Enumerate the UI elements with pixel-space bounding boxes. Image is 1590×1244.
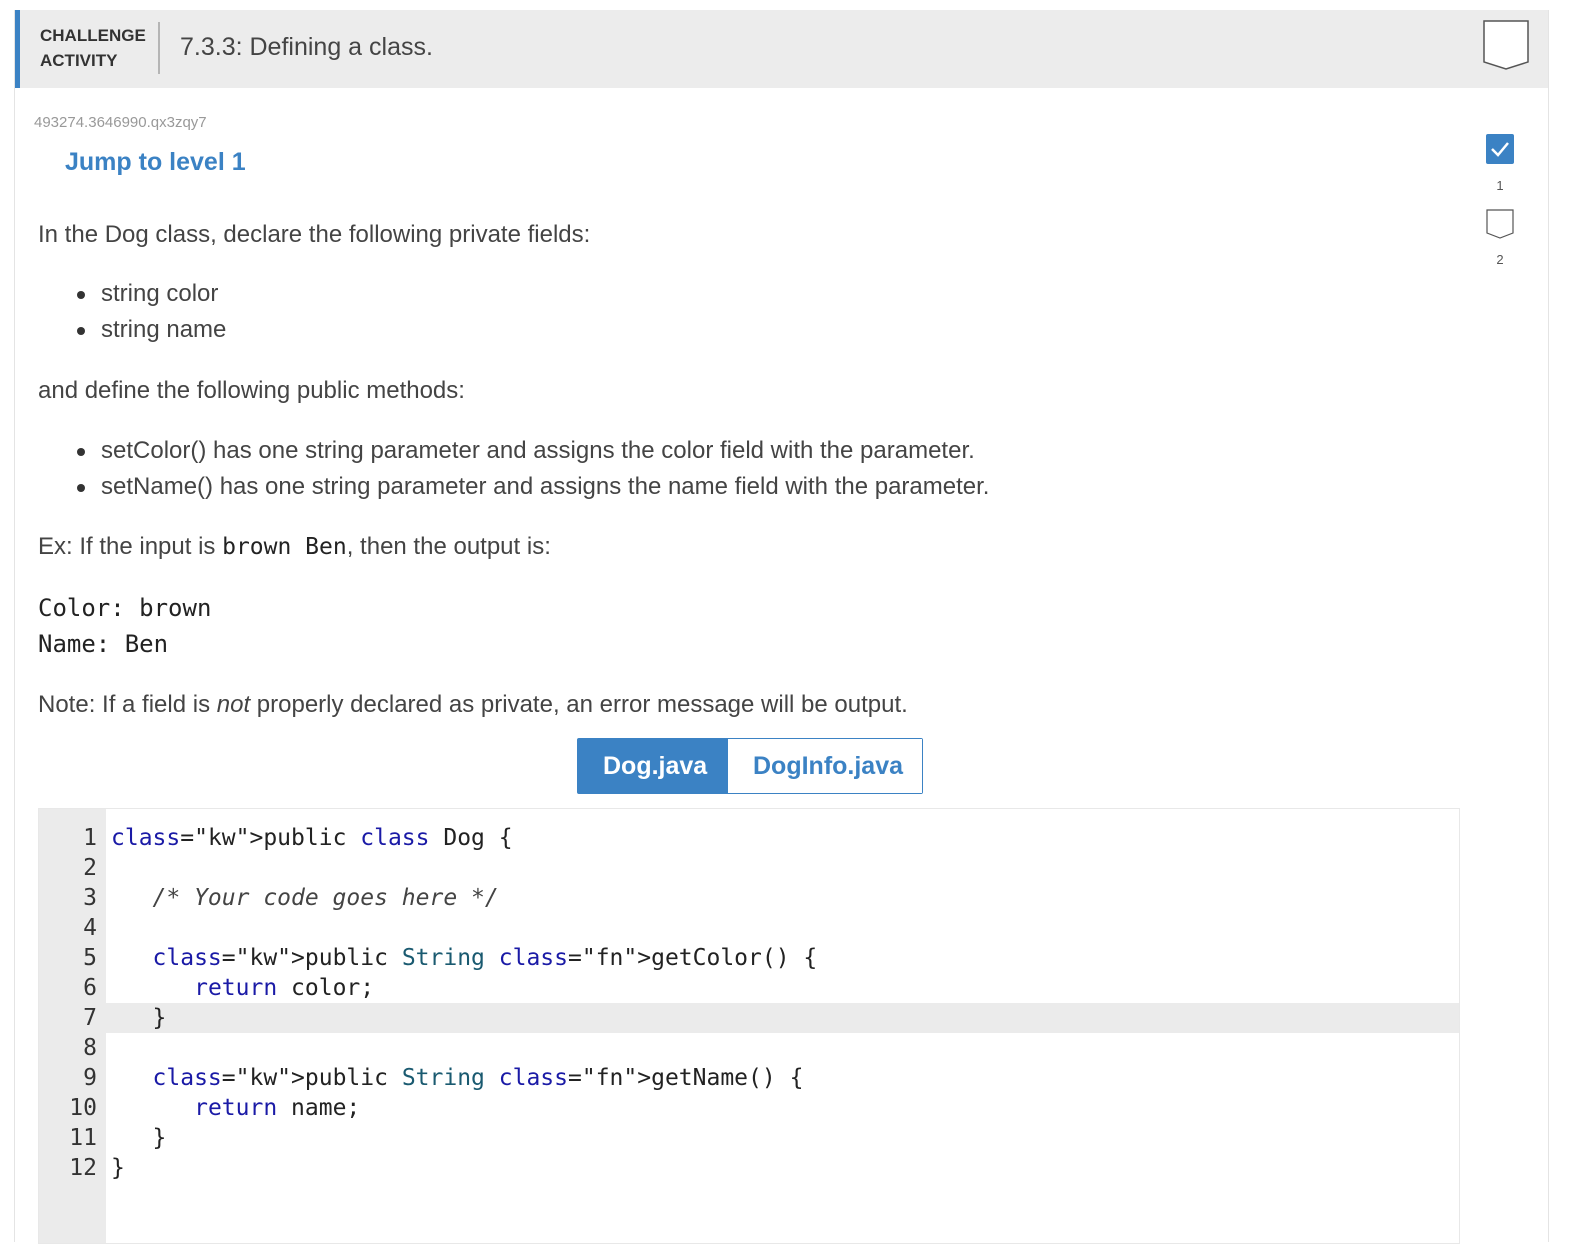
activity-type-line2: ACTIVITY: [40, 51, 118, 70]
code-line[interactable]: 3 /* Your code goes here */: [39, 883, 1459, 913]
note-emphasis: not: [216, 691, 251, 718]
code-line[interactable]: 4: [39, 913, 1459, 943]
code-text[interactable]: }: [111, 1123, 167, 1153]
example-output: Color: brown Name: Ben: [38, 590, 211, 662]
challenge-activity: CHALLENGE ACTIVITY 7.3.3: Defining a cla…: [14, 10, 1549, 1244]
code-line[interactable]: 5 class="kw">public String class="fn">ge…: [39, 943, 1459, 973]
shield-outline-icon: [1486, 209, 1514, 239]
line-number: 2: [83, 855, 97, 881]
line-number: 1: [83, 825, 97, 851]
file-tabs: Dog.java DogInfo.java: [577, 738, 923, 794]
code-line[interactable]: 2: [39, 853, 1459, 883]
tab-doginfo-java[interactable]: DogInfo.java: [728, 739, 922, 793]
activity-type-label: CHALLENGE ACTIVITY: [40, 23, 150, 73]
list-item: string color: [77, 276, 226, 312]
line-number: 6: [83, 975, 97, 1001]
level-1-number: 1: [1496, 178, 1504, 193]
code-text[interactable]: return name;: [111, 1093, 360, 1123]
example-input: brown Ben: [222, 534, 347, 560]
line-number: 4: [83, 915, 97, 941]
example-suffix: , then the output is:: [346, 533, 551, 560]
code-line[interactable]: 1 class="kw">public class Dog {: [39, 823, 1459, 853]
line-number: 3: [83, 885, 97, 911]
header-divider: [158, 22, 160, 74]
list-item: setName() has one string parameter and a…: [77, 469, 989, 505]
code-line[interactable]: 9 class="kw">public String class="fn">ge…: [39, 1063, 1459, 1093]
checkmark-icon: [1491, 142, 1509, 157]
code-editor[interactable]: 1 class="kw">public class Dog {2 3 /* Your…: [38, 808, 1460, 1244]
methods-list: setColor() has one string parameter and …: [77, 433, 989, 505]
line-number: 8: [83, 1035, 97, 1061]
code-line[interactable]: 12}: [39, 1153, 1459, 1183]
activity-header: CHALLENGE ACTIVITY 7.3.3: Defining a cla…: [15, 10, 1548, 88]
line-number: 5: [83, 945, 97, 971]
fields-list: string color string name: [77, 276, 226, 348]
example-prefix: Ex: If the input is: [38, 533, 223, 560]
output-line: Color: brown: [38, 594, 212, 622]
code-line[interactable]: 7 }: [39, 1003, 1459, 1033]
code-text[interactable]: class="kw">public class Dog {: [111, 823, 513, 853]
line-number: 9: [83, 1065, 97, 1091]
example-text: Ex: If the input is brown Ben, then the …: [38, 533, 551, 561]
methods-intro-text: and define the following public methods:: [38, 377, 465, 404]
code-line[interactable]: 8: [39, 1033, 1459, 1063]
code-text[interactable]: /* Your code goes here */: [111, 883, 499, 913]
line-number: 11: [69, 1125, 97, 1151]
level-2-number: 2: [1496, 252, 1504, 267]
code-line[interactable]: 11 }: [39, 1123, 1459, 1153]
jump-to-level-link[interactable]: Jump to level 1: [65, 148, 246, 177]
intro-text: In the Dog class, declare the following …: [38, 221, 591, 248]
level-2-badge[interactable]: [1486, 209, 1514, 239]
note-prefix: Note: If a field is: [38, 691, 217, 718]
code-text[interactable]: class="kw">public String class="fn">getN…: [111, 1063, 804, 1093]
list-item: setColor() has one string parameter and …: [77, 433, 989, 469]
code-line[interactable]: 10 return name;: [39, 1093, 1459, 1123]
code-text[interactable]: }: [111, 1003, 167, 1033]
code-text[interactable]: }: [111, 1153, 125, 1183]
activity-title: 7.3.3: Defining a class.: [180, 33, 433, 61]
output-line: Name: Ben: [38, 630, 169, 658]
line-number: 7: [83, 1005, 97, 1031]
activity-id: 493274.3646990.qx3zqy7: [34, 114, 207, 131]
level-1-badge[interactable]: [1486, 134, 1514, 164]
code-text[interactable]: class="kw">public String class="fn">getC…: [111, 943, 818, 973]
completion-badge-icon: [1483, 20, 1529, 70]
note-text: Note: If a field is not properly declare…: [38, 691, 908, 719]
tab-dog-java[interactable]: Dog.java: [578, 739, 728, 793]
activity-type-line1: CHALLENGE: [40, 26, 146, 45]
list-item: string name: [77, 312, 226, 348]
note-suffix: properly declared as private, an error m…: [250, 691, 908, 718]
code-text[interactable]: return color;: [111, 973, 374, 1003]
code-line[interactable]: 6 return color;: [39, 973, 1459, 1003]
line-number: 10: [69, 1095, 97, 1121]
line-number: 12: [69, 1155, 97, 1181]
